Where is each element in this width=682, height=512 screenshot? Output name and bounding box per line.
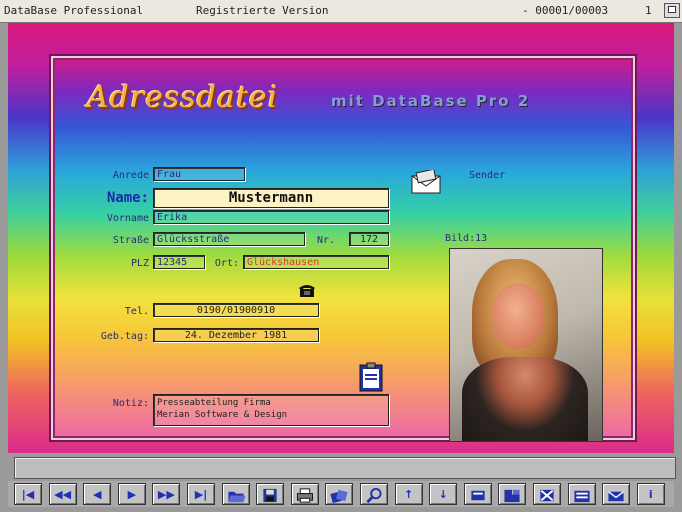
cards-icon <box>330 489 349 504</box>
strasse-label: Straße <box>112 235 149 246</box>
arrow-up-icon: ↑ <box>403 488 414 501</box>
fast-back-icon: ◀◀ <box>54 488 72 501</box>
search-icon <box>366 487 382 504</box>
nr-field[interactable]: 172 <box>349 232 389 246</box>
plz-label: PLZ <box>130 258 149 269</box>
next-icon: ▶ <box>127 488 137 501</box>
birthday-field[interactable]: 24. Dezember 1981 <box>153 328 319 342</box>
nr-label: Nr. <box>316 235 336 246</box>
ort-label: Ort: <box>214 258 239 269</box>
sort-up-button[interactable]: ↑ <box>394 483 423 505</box>
envelope-label: Sender <box>469 170 506 181</box>
notiz-line-1: Presseabteilung Firma <box>157 398 271 408</box>
fast-forward-button[interactable]: ▶▶ <box>152 483 181 505</box>
info-icon: i <box>648 488 653 501</box>
vorname-label: Vorname <box>106 213 149 224</box>
name-field[interactable]: Mustermann <box>153 188 389 208</box>
envelope-icon[interactable] <box>411 170 441 194</box>
mail-icon <box>608 491 625 502</box>
form-subtitle: mit DataBase Pro 2 <box>331 92 531 110</box>
notiz-line-2: Merian Software & Design <box>157 410 288 420</box>
last-icon: ▶| <box>194 488 208 501</box>
notiz-label: Notiz: <box>112 398 149 409</box>
form-title: Adressdatei <box>87 80 279 115</box>
form-canvas: Adressdatei mit DataBase Pro 2 Anrede Fr… <box>8 23 674 453</box>
contact-photo <box>449 248 603 442</box>
notiz-field[interactable]: Presseabteilung Firma Merian Software & … <box>153 394 389 426</box>
list-icon <box>574 490 590 503</box>
version-label: Registrierte Version <box>196 4 329 17</box>
ort-field[interactable]: Glückshausen <box>243 255 389 269</box>
printer-icon <box>296 488 313 503</box>
bild-label: Bild:13 <box>445 233 488 244</box>
anrede-field[interactable]: Frau <box>153 167 245 181</box>
anrede-label: Anrede <box>112 170 149 181</box>
copy-card-icon <box>504 489 520 503</box>
new-record-button[interactable] <box>463 483 492 505</box>
first-record-button[interactable]: |◀ <box>14 483 42 505</box>
telephone-icon <box>299 285 315 297</box>
open-button[interactable] <box>221 483 250 505</box>
print-button[interactable] <box>290 483 319 505</box>
info-button[interactable]: i <box>636 483 665 505</box>
new-card-icon <box>471 490 485 501</box>
record-counter: - 00001/00003 <box>522 4 609 17</box>
vorname-field[interactable]: Erika <box>153 210 389 224</box>
window-depth-button[interactable] <box>664 3 680 18</box>
page-number: 1 <box>645 4 652 17</box>
next-record-button[interactable]: ▶ <box>117 483 146 505</box>
disk-icon <box>263 488 277 503</box>
name-label: Name: <box>106 190 149 206</box>
plz-field[interactable]: 12345 <box>153 255 205 269</box>
first-icon: |◀ <box>21 488 35 501</box>
toolbar: |◀ ◀◀ ◀ ▶ ▶▶ ▶| ↑ ↓ i <box>8 481 674 507</box>
strasse-field[interactable]: Glücksstraße <box>153 232 305 246</box>
tel-field[interactable]: 0190/01900910 <box>153 303 319 317</box>
status-bar <box>14 457 676 479</box>
last-record-button[interactable]: ▶| <box>187 483 215 505</box>
form-frame: Adressdatei mit DataBase Pro 2 Anrede Fr… <box>51 56 635 442</box>
cards-button[interactable] <box>325 483 354 505</box>
sort-down-button[interactable]: ↓ <box>429 483 458 505</box>
prev-record-button[interactable]: ◀ <box>83 483 112 505</box>
save-button[interactable] <box>256 483 285 505</box>
tel-label: Tel. <box>124 306 149 317</box>
app-name: DataBase Professional <box>4 4 144 17</box>
prev-icon: ◀ <box>92 488 102 501</box>
open-folder-icon <box>228 491 246 503</box>
fast-forward-icon: ▶▶ <box>157 488 175 501</box>
delete-record-button[interactable] <box>533 483 561 505</box>
mail-button[interactable] <box>602 483 631 505</box>
fast-back-button[interactable]: ◀◀ <box>48 483 77 505</box>
copy-record-button[interactable] <box>498 483 527 505</box>
list-button[interactable] <box>567 483 596 505</box>
birthday-label: Geb.tag: <box>100 331 149 342</box>
search-button[interactable] <box>360 483 388 505</box>
clipboard-icon[interactable] <box>359 362 383 392</box>
delete-card-icon <box>540 489 554 502</box>
title-bar: DataBase Professional Registrierte Versi… <box>0 0 682 23</box>
arrow-down-icon: ↓ <box>438 488 448 501</box>
